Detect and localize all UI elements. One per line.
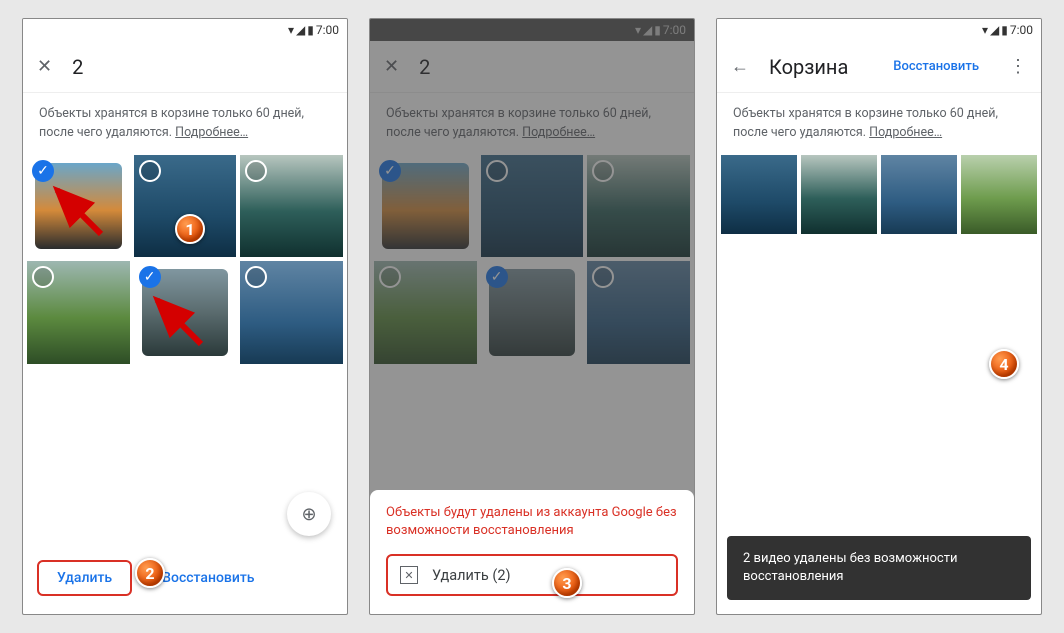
info-text: Объекты хранятся в корзине только 60 дне…	[386, 106, 651, 140]
trash-retention-info: Объекты хранятся в корзине только 60 дне…	[370, 93, 694, 155]
wifi-icon: ▾	[635, 23, 641, 37]
photo-item[interactable]	[481, 155, 584, 258]
annotation-arrow	[49, 182, 109, 242]
delete-warning-text: Объекты будут удалены из аккаунта Google…	[386, 504, 678, 540]
select-circle-icon[interactable]	[592, 160, 614, 182]
select-circle-icon[interactable]	[245, 160, 267, 182]
page-title: Корзина	[769, 55, 873, 79]
learn-more-link[interactable]: Подробнее…	[869, 125, 942, 140]
battery-icon: ▮	[307, 23, 314, 37]
screen-trash-after: ▾ ◢ ▮ 7:00 ← Корзина Восстановить ⋮ Объе…	[716, 18, 1042, 615]
delete-button[interactable]: Удалить	[37, 560, 132, 596]
selection-count: 2	[419, 55, 680, 79]
clock: 7:00	[1010, 23, 1033, 37]
top-bar: ✕ 2	[23, 41, 347, 93]
photo-item[interactable]	[240, 261, 343, 364]
photo-item[interactable]	[27, 261, 130, 364]
photo-item[interactable]	[481, 261, 584, 364]
battery-icon: ▮	[654, 23, 661, 37]
clock: 7:00	[316, 23, 339, 37]
photo-item[interactable]	[240, 155, 343, 258]
step-marker-3: 3	[552, 568, 582, 598]
bottom-actions: Удалить Восстановить	[23, 542, 347, 614]
top-bar: ✕ 2	[370, 41, 694, 93]
top-bar: ← Корзина Восстановить ⋮	[717, 41, 1041, 93]
step-marker-4: 4	[989, 349, 1019, 379]
photo-item[interactable]	[587, 155, 690, 258]
restore-button[interactable]: Восстановить	[162, 570, 254, 586]
zoom-fab[interactable]: ⊕	[287, 492, 331, 536]
learn-more-link[interactable]: Подробнее…	[175, 125, 248, 140]
signal-icon: ◢	[643, 23, 652, 37]
trash-x-icon: ✕	[400, 566, 418, 584]
photo-item[interactable]	[374, 155, 477, 258]
screen-confirm-delete: ▾ ◢ ▮ 7:00 ✕ 2 Объекты хранятся в корзин…	[369, 18, 695, 615]
status-bar: ▾ ◢ ▮ 7:00	[370, 19, 694, 41]
step-marker-1: 1	[175, 214, 205, 244]
clock: 7:00	[663, 23, 686, 37]
snackbar-text: 2 видео удалены без возможности восстано…	[743, 551, 958, 584]
wifi-icon: ▾	[288, 23, 294, 37]
confirm-delete-label: Удалить (2)	[432, 567, 511, 584]
photo-row	[717, 155, 1041, 235]
info-text: Объекты хранятся в корзине только 60 дне…	[733, 106, 998, 140]
info-text: Объекты хранятся в корзине только 60 дне…	[39, 106, 304, 140]
photo-item[interactable]	[587, 261, 690, 364]
more-menu-icon[interactable]: ⋮	[1009, 56, 1027, 77]
learn-more-link[interactable]: Подробнее…	[522, 125, 595, 140]
select-circle-icon[interactable]	[139, 160, 161, 182]
snackbar: 2 видео удалены без возможности восстано…	[727, 536, 1031, 600]
trash-retention-info: Объекты хранятся в корзине только 60 дне…	[717, 93, 1041, 155]
checkmark-icon[interactable]	[379, 160, 401, 182]
photo-item[interactable]	[881, 155, 957, 235]
photo-item[interactable]	[721, 155, 797, 235]
magnifier-plus-icon: ⊕	[301, 504, 316, 525]
select-circle-icon[interactable]	[32, 266, 54, 288]
checkmark-icon[interactable]	[139, 266, 161, 288]
photo-item[interactable]	[374, 261, 477, 364]
checkmark-icon[interactable]	[32, 160, 54, 182]
selection-count: 2	[72, 55, 333, 79]
select-circle-icon[interactable]	[379, 266, 401, 288]
photo-grid	[370, 155, 694, 364]
checkmark-icon[interactable]	[486, 266, 508, 288]
status-bar: ▾ ◢ ▮ 7:00	[23, 19, 347, 41]
signal-icon: ◢	[296, 23, 305, 37]
close-icon[interactable]: ✕	[384, 56, 399, 77]
back-arrow-icon[interactable]: ←	[731, 56, 749, 77]
delete-confirm-sheet: Объекты будут удалены из аккаунта Google…	[370, 490, 694, 614]
confirm-delete-button[interactable]: ✕ Удалить (2)	[386, 554, 678, 596]
restore-button[interactable]: Восстановить	[893, 59, 979, 74]
screen-selection: ▾ ◢ ▮ 7:00 ✕ 2 Объекты хранятся в корзин…	[22, 18, 348, 615]
status-bar: ▾ ◢ ▮ 7:00	[717, 19, 1041, 41]
photo-item[interactable]	[801, 155, 877, 235]
close-icon[interactable]: ✕	[37, 56, 52, 77]
trash-retention-info: Объекты хранятся в корзине только 60 дне…	[23, 93, 347, 155]
battery-icon: ▮	[1001, 23, 1008, 37]
wifi-icon: ▾	[982, 23, 988, 37]
photo-item[interactable]	[961, 155, 1037, 235]
step-marker-2: 2	[135, 558, 165, 588]
annotation-arrow	[149, 292, 209, 352]
signal-icon: ◢	[990, 23, 999, 37]
select-circle-icon[interactable]	[486, 160, 508, 182]
